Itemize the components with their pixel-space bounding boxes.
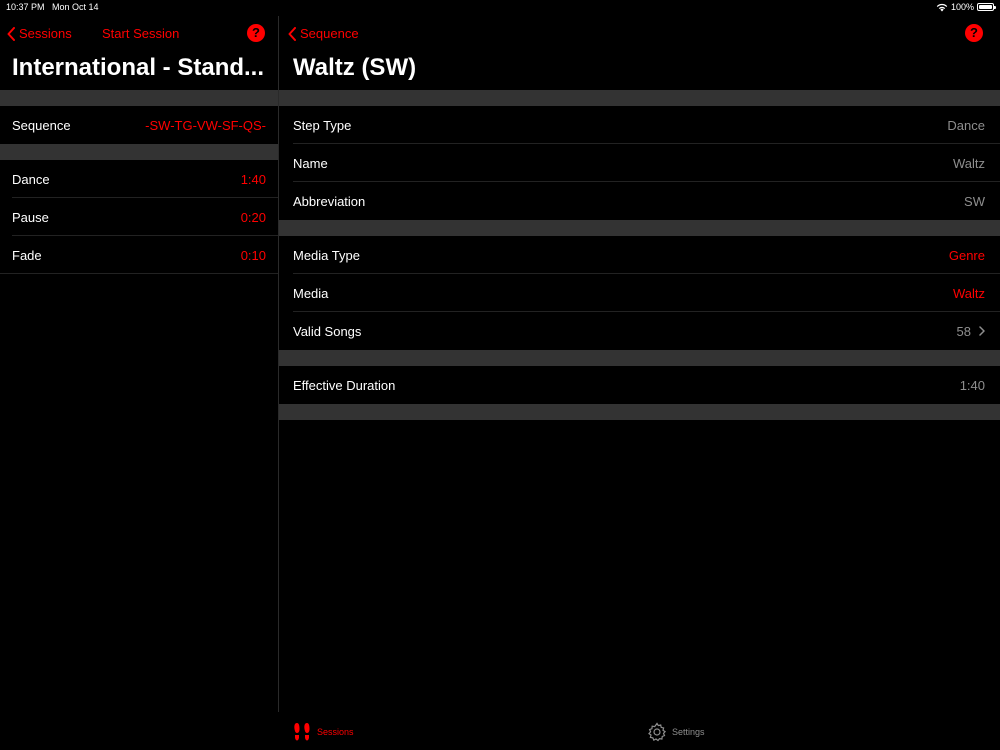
- row-value: 1:40: [959, 377, 985, 393]
- row-label: Fade: [12, 247, 42, 263]
- section-gap: [279, 220, 1000, 236]
- effective-duration-row: Effective Duration 1:40: [293, 366, 985, 404]
- step-type-row[interactable]: Step Type Dance: [293, 106, 985, 144]
- help-button-left[interactable]: ?: [247, 24, 265, 42]
- row-value: Dance: [947, 117, 985, 133]
- row-label: Media: [293, 285, 329, 301]
- sessions-pane: Sessions Start Session ? International -…: [0, 0, 278, 712]
- gear-icon: [648, 722, 667, 742]
- tab-sessions-label: Sessions: [317, 727, 354, 737]
- row-value: 0:10: [240, 247, 266, 263]
- tab-bar: Sessions Settings: [0, 712, 1000, 750]
- section-gap: [279, 90, 1000, 106]
- chevron-left-icon: [288, 26, 296, 41]
- chevron-right-icon: [979, 324, 985, 339]
- row-label: Dance: [12, 171, 50, 187]
- step-title: Waltz (SW): [293, 54, 417, 81]
- row-value: 0:20: [240, 209, 266, 225]
- row-value-wrap: 58: [957, 324, 985, 339]
- back-to-sequence-button[interactable]: Sequence: [288, 26, 359, 41]
- valid-songs-row[interactable]: Valid Songs 58: [293, 312, 985, 350]
- row-label: Sequence: [12, 117, 71, 133]
- step-detail-pane: Sequence ? Waltz (SW) Step Type Dance Na…: [279, 0, 1000, 712]
- dance-timing-row[interactable]: Dance 1:40: [12, 160, 266, 198]
- row-value: Waltz: [952, 285, 985, 301]
- media-type-row[interactable]: Media Type Genre: [293, 236, 985, 274]
- chevron-left-icon: [7, 26, 15, 41]
- media-row[interactable]: Media Waltz: [293, 274, 985, 312]
- tab-sessions[interactable]: Sessions: [292, 722, 354, 742]
- row-value: 1:40: [240, 171, 266, 187]
- section-gap: [0, 144, 278, 160]
- name-row[interactable]: Name Waltz: [293, 144, 985, 182]
- row-value: Waltz: [952, 155, 985, 171]
- valid-songs-count: 58: [956, 323, 971, 339]
- back-label: Sequence: [300, 26, 359, 41]
- question-icon: ?: [970, 25, 978, 40]
- row-label: Effective Duration: [293, 377, 396, 393]
- sequence-row[interactable]: Sequence -SW-TG-VW-SF-QS-: [12, 106, 266, 144]
- row-value: SW: [964, 193, 985, 209]
- row-label: Pause: [12, 209, 49, 225]
- footprints-icon: [294, 723, 310, 741]
- row-label: Abbreviation: [293, 193, 366, 209]
- row-label: Media Type: [293, 247, 360, 263]
- row-value: -SW-TG-VW-SF-QS-: [145, 117, 266, 133]
- section-gap: [279, 404, 1000, 420]
- tab-settings-label: Settings: [672, 727, 705, 737]
- pause-timing-row[interactable]: Pause 0:20: [12, 198, 266, 236]
- help-button-right[interactable]: ?: [965, 24, 983, 42]
- row-label: Valid Songs: [293, 323, 362, 339]
- section-gap: [0, 90, 278, 106]
- section-gap: [279, 350, 1000, 366]
- fade-timing-row[interactable]: Fade 0:10: [12, 236, 266, 274]
- back-to-sessions-button[interactable]: Sessions: [7, 26, 72, 41]
- abbreviation-row[interactable]: Abbreviation SW: [293, 182, 985, 220]
- row-label: Name: [293, 155, 328, 171]
- row-label: Step Type: [293, 117, 352, 133]
- start-session-button[interactable]: Start Session: [102, 26, 179, 41]
- row-value: Genre: [948, 247, 985, 263]
- question-icon: ?: [252, 25, 260, 40]
- row-separator: [0, 273, 278, 274]
- back-label: Sessions: [19, 26, 72, 41]
- session-title: International - Stand...: [12, 54, 265, 81]
- tab-settings[interactable]: Settings: [647, 722, 705, 742]
